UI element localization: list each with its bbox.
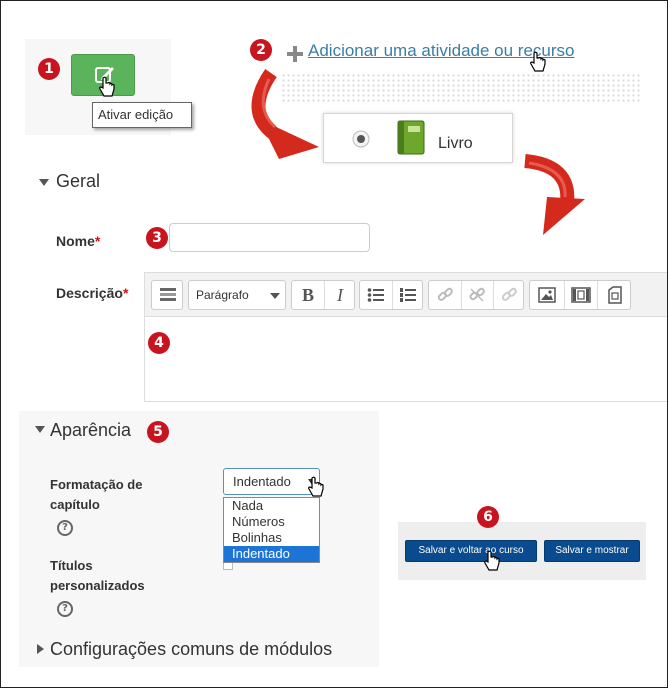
help-icon[interactable]: ?	[57, 520, 73, 536]
step-badge-3: 3	[146, 227, 168, 249]
unlink-button[interactable]	[462, 281, 492, 309]
step-badge-4: 4	[148, 332, 170, 354]
titulos-label: Títulos personalizados	[50, 556, 145, 596]
numbered-list-icon	[400, 288, 416, 302]
dropdown-option-numeros[interactable]: Números	[224, 514, 319, 530]
radio-icon[interactable]	[352, 130, 370, 148]
formatacao-label-line2: capítulo	[50, 497, 100, 512]
link-icon	[501, 287, 517, 301]
list-group	[359, 280, 423, 310]
formatacao-dropdown-list: Nada Números Bolinhas Indentado	[223, 497, 320, 563]
config-expand-icon[interactable]	[37, 644, 44, 654]
save-and-display-button[interactable]: Salvar e mostrar	[544, 540, 640, 562]
geral-section-title[interactable]: Geral	[56, 171, 100, 192]
descricao-editor[interactable]: Parágrafo B I	[144, 272, 667, 402]
insert-media-button[interactable]	[565, 281, 597, 309]
link-group	[428, 280, 524, 310]
activity-option-livro[interactable]: Livro	[323, 113, 513, 163]
formatacao-label-line1: Formatação de	[50, 477, 143, 492]
anchor-button[interactable]	[494, 281, 524, 309]
file-icon	[607, 286, 622, 304]
hand-cursor-icon	[99, 76, 115, 97]
aparencia-panel	[19, 411, 379, 667]
bullet-list-button[interactable]	[360, 281, 392, 309]
toggle-toolbar-button[interactable]	[151, 280, 183, 310]
step-badge-5: 5	[147, 421, 169, 443]
hand-cursor-icon	[484, 550, 500, 571]
step-badge-6: 6	[477, 506, 499, 528]
help-icon[interactable]: ?	[57, 601, 73, 617]
config-comuns-section-title[interactable]: Configurações comuns de módulos	[50, 639, 332, 660]
chevron-down-icon	[270, 293, 280, 299]
insert-image-button[interactable]	[530, 281, 564, 309]
screenshot-frame: 1 Ativar edição 2 Adicionar uma atividad…	[0, 0, 668, 688]
save-and-return-button[interactable]: Salvar e voltar ao curso	[405, 540, 537, 562]
titulos-label-line2: personalizados	[50, 578, 145, 593]
media-group	[529, 280, 631, 310]
required-marker: *	[122, 285, 129, 301]
titulos-label-line1: Títulos	[50, 558, 93, 573]
link-icon	[437, 287, 453, 301]
editor-toolbar: Parágrafo B I	[145, 273, 667, 317]
hand-cursor-icon	[530, 51, 546, 72]
link-button[interactable]	[429, 281, 461, 309]
nome-label: Nome*	[56, 233, 100, 249]
paragraph-format-value: Parágrafo	[196, 288, 249, 302]
step-badge-2: 2	[250, 39, 272, 61]
italic-button[interactable]: I	[325, 281, 355, 309]
aparencia-collapse-icon[interactable]	[35, 426, 45, 433]
descricao-label: Descrição*	[56, 285, 128, 301]
text-style-group: B I	[291, 280, 355, 310]
checkbox-partial[interactable]	[223, 563, 233, 570]
numbered-list-button[interactable]	[393, 281, 423, 309]
curved-arrow-icon	[524, 154, 585, 235]
toggle-toolbar-icon	[160, 288, 176, 301]
book-icon	[397, 120, 425, 155]
paragraph-format-select[interactable]: Parágrafo	[188, 280, 286, 310]
image-icon	[538, 287, 556, 303]
descricao-label-text: Descrição	[56, 285, 123, 301]
dropdown-option-nada[interactable]: Nada	[224, 498, 319, 514]
geral-collapse-icon[interactable]	[39, 179, 49, 186]
step-badge-1: 1	[38, 58, 60, 80]
activity-option-label: Livro	[438, 135, 473, 152]
unlink-icon	[469, 287, 485, 302]
manage-files-button[interactable]	[598, 281, 631, 309]
formatacao-label: Formatação de capítulo	[50, 475, 142, 515]
bullet-list-icon	[367, 288, 384, 302]
required-marker: *	[94, 233, 101, 249]
bold-button[interactable]: B	[292, 281, 324, 309]
media-icon	[571, 287, 591, 303]
nome-input[interactable]	[169, 223, 370, 252]
dropdown-option-bolinhas[interactable]: Bolinhas	[224, 530, 319, 546]
nome-label-text: Nome	[56, 233, 95, 249]
dropdown-option-indentado[interactable]: Indentado	[224, 546, 319, 562]
edit-tooltip: Ativar edição	[92, 102, 192, 128]
aparencia-section-title[interactable]: Aparência	[50, 420, 131, 441]
